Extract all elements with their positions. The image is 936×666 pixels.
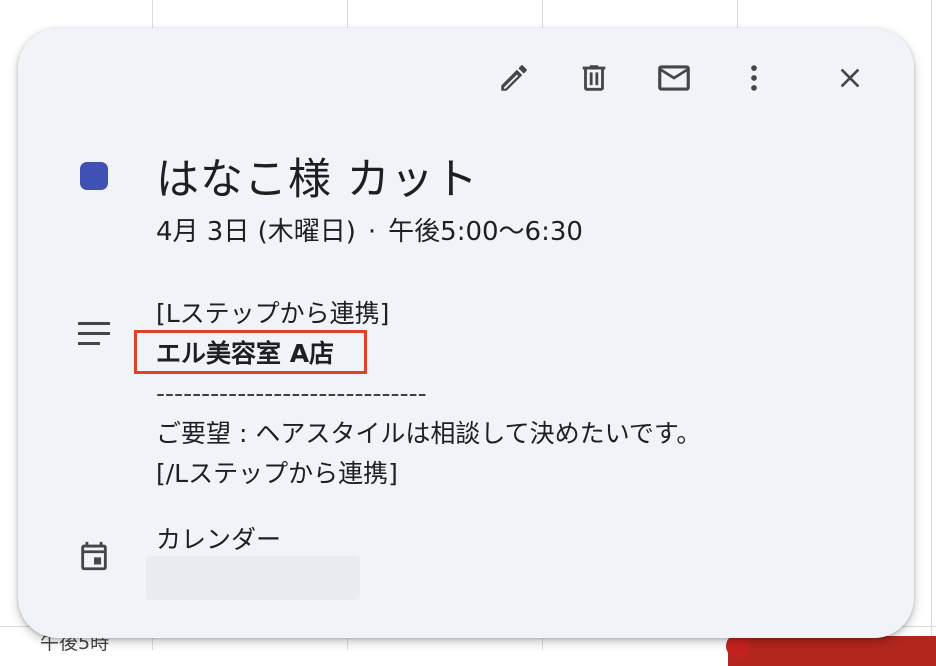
grid-line	[931, 0, 932, 650]
calendar-name-redacted	[146, 556, 360, 600]
event-description: [Lステップから連携] エル美容室 A店 -------------------…	[156, 294, 701, 494]
mail-icon	[658, 65, 690, 91]
calendar-icon-wrap	[77, 538, 111, 578]
background-event[interactable]	[728, 636, 936, 666]
event-date: 4月 3日 (木曜日)	[156, 217, 356, 247]
trash-icon	[582, 65, 606, 91]
highlight-annotation	[134, 330, 367, 374]
event-color-chip	[80, 162, 108, 190]
pencil-icon	[501, 65, 527, 91]
calendar-icon	[81, 541, 107, 571]
notes-icon	[78, 322, 110, 345]
edit-button[interactable]	[490, 54, 538, 102]
event-datetime: 4月 3日 (木曜日) · 午後5:00〜6:30	[156, 211, 583, 248]
more-vert-icon	[751, 65, 757, 91]
close-button[interactable]	[826, 54, 874, 102]
delete-button[interactable]	[570, 54, 618, 102]
request-text: ご要望 : ヘアスタイルは相談して決めたいです。	[156, 419, 702, 448]
description-icon-wrap	[78, 322, 112, 352]
event-time: 午後5:00〜6:30	[388, 217, 583, 247]
description-line: [Lステップから連携]	[156, 299, 390, 328]
separator: ·	[367, 217, 377, 247]
email-guests-button[interactable]	[650, 54, 698, 102]
event-title: はなこ様 カット	[156, 155, 479, 205]
description-line: [/Lステップから連携]	[156, 459, 398, 488]
description-divider: ------------------------------	[156, 379, 427, 408]
close-icon	[840, 68, 860, 88]
more-options-button[interactable]	[730, 54, 778, 102]
calendar-label: カレンダー	[156, 525, 282, 554]
